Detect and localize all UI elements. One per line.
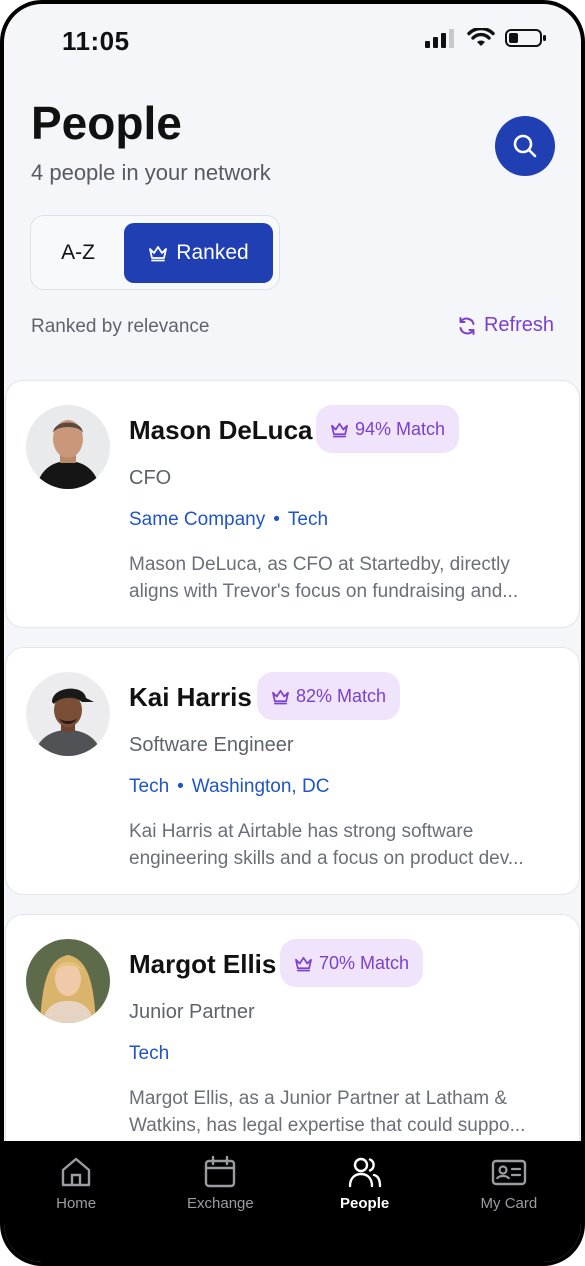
match-label: 94% Match [355, 418, 446, 439]
tag: Tech [287, 509, 329, 530]
home-icon [61, 1157, 91, 1187]
match-badge: 70% Match [280, 939, 424, 987]
cellular-signal-icon [425, 29, 454, 48]
sort-option-ranked-label: Ranked [176, 241, 249, 264]
battery-icon [505, 29, 546, 47]
tab-label: Home [56, 1195, 97, 1212]
device-frame: 11:05 People 4 people in your network A-… [0, 0, 585, 1266]
crown-icon [331, 422, 348, 437]
person-card[interactable]: Kai Harris 82% Match Software Engineer T… [5, 647, 580, 895]
description-line: aligns with Trevor's focus on fundraisin… [129, 581, 519, 602]
search-icon [513, 134, 537, 158]
person-name: Margot Ellis [129, 949, 277, 979]
match-label: 70% Match [319, 952, 410, 973]
description-line: Margot Ellis, as a Junior Partner at Lat… [129, 1088, 508, 1109]
description-line: Kai Harris at Airtable has strong softwa… [129, 821, 474, 842]
tab-label: People [340, 1195, 390, 1212]
search-button[interactable] [495, 116, 555, 176]
tab-exchange[interactable]: Exchange [148, 1141, 292, 1262]
person-description: Mason DeLuca, as CFO at Startedby, direc… [129, 551, 559, 605]
person-card[interactable]: Margot Ellis 70% Match Junior Partner Te… [5, 914, 580, 1162]
person-tags: Tech • Washington, DC [129, 776, 329, 798]
tag-separator: • [177, 776, 184, 797]
tag-separator: • [273, 509, 280, 530]
tab-bar: Home Exchange People My Card [4, 1141, 581, 1262]
refresh-button[interactable]: Refresh [457, 314, 554, 337]
tab-label: Exchange [187, 1195, 254, 1212]
person-tags: Same Company • Tech [129, 509, 328, 531]
sort-toggle: A-Z Ranked [30, 215, 280, 290]
person-card[interactable]: Mason DeLuca 94% Match CFO Same Company … [5, 380, 580, 628]
avatar [26, 405, 110, 489]
person-role: Software Engineer [129, 734, 294, 756]
sort-option-az[interactable]: A-Z [31, 216, 125, 289]
match-badge: 94% Match [316, 405, 460, 453]
match-label: 82% Match [296, 685, 387, 706]
screen: 11:05 People 4 people in your network A-… [4, 4, 581, 1262]
crown-icon [272, 689, 289, 704]
page-title: People [31, 97, 182, 149]
page-subtitle: 4 people in your network [31, 160, 271, 185]
crown-icon [149, 246, 168, 262]
tab-my-card[interactable]: My Card [437, 1141, 581, 1262]
status-time: 11:05 [62, 26, 130, 56]
person-role: CFO [129, 467, 172, 489]
tab-home[interactable]: Home [4, 1141, 148, 1262]
person-description: Kai Harris at Airtable has strong softwa… [129, 818, 559, 872]
description-line: Mason DeLuca, as CFO at Startedby, direc… [129, 554, 510, 575]
description-line: engineering skills and a focus on produc… [129, 848, 524, 869]
wifi-icon [467, 28, 495, 46]
people-icon [348, 1157, 381, 1188]
person-role: Junior Partner [129, 1001, 255, 1023]
calendar-icon [205, 1155, 236, 1188]
person-name: Mason DeLuca [129, 415, 313, 445]
description-line: Watkins, has legal expertise that could … [129, 1115, 526, 1136]
person-description: Margot Ellis, as a Junior Partner at Lat… [129, 1085, 559, 1139]
avatar [26, 672, 110, 756]
crown-icon [295, 956, 312, 971]
sort-option-ranked[interactable]: Ranked [124, 223, 273, 283]
tag: Same Company [129, 509, 266, 530]
id-card-icon [491, 1159, 527, 1186]
refresh-icon [459, 316, 475, 335]
tag: Washington, DC [191, 776, 330, 797]
person-name: Kai Harris [129, 682, 252, 712]
tag: Tech [129, 1043, 170, 1064]
tab-label: My Card [480, 1195, 538, 1212]
tab-people[interactable]: People [293, 1141, 437, 1262]
ranking-label: Ranked by relevance [31, 316, 210, 337]
person-tags: Tech [129, 1043, 169, 1065]
refresh-label: Refresh [483, 314, 554, 336]
status-icons [425, 28, 547, 48]
match-badge: 82% Match [257, 672, 401, 720]
tag: Tech [129, 776, 170, 797]
avatar [26, 939, 110, 1023]
